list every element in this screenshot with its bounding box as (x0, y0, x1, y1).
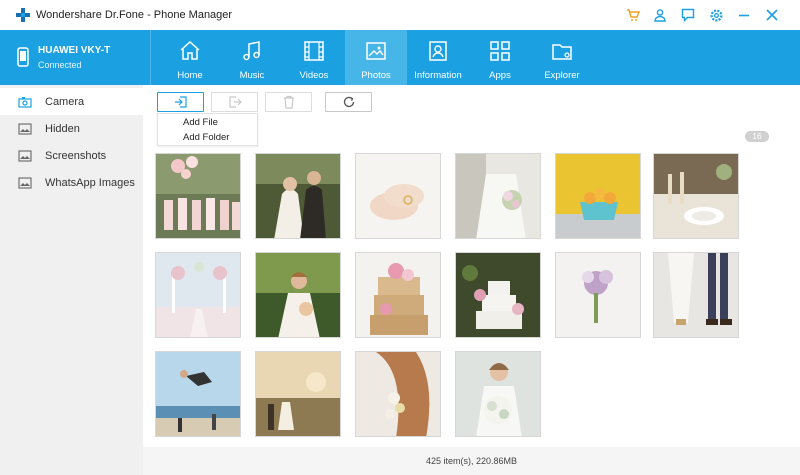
tab-label: Videos (299, 70, 329, 81)
photo-bride-forest (256, 253, 340, 337)
nav-divider (150, 30, 151, 85)
sidebar-item-whatsapp-images[interactable]: WhatsApp Images (0, 169, 143, 196)
apps-grid-icon (490, 41, 510, 61)
title-bar: Wondershare Dr.Fone - Phone Manager (0, 0, 800, 30)
home-icon (180, 40, 200, 60)
close-icon[interactable] (764, 7, 780, 23)
app-window: Wondershare Dr.Fone - Phone Manager HUAW… (0, 0, 800, 475)
photo-naked-cake (356, 253, 440, 337)
add-folder-menu-item[interactable]: Add Folder (183, 132, 229, 143)
tab-explorer[interactable]: Explorer (531, 30, 593, 85)
photo-thumbnail[interactable] (255, 351, 341, 437)
photo-bridesmaids (156, 154, 240, 238)
photo-hands-rings (356, 154, 440, 238)
photo-legs-shoes (654, 253, 738, 337)
photo-bride-braid (356, 352, 440, 436)
photo-thumbnail[interactable] (455, 153, 541, 239)
settings-icon[interactable] (708, 7, 724, 23)
tab-videos[interactable]: Videos (283, 30, 345, 85)
phone-icon (17, 47, 29, 67)
tab-label: Home (177, 70, 203, 81)
user-icon[interactable] (652, 7, 668, 23)
status-bar: 425 item(s), 220.86MB (143, 447, 800, 475)
photo-floral-arch (156, 253, 240, 337)
sidebar-item-camera[interactable]: Camera (0, 88, 143, 115)
export-button[interactable] (211, 92, 258, 112)
import-button[interactable] (157, 92, 204, 112)
image-icon (366, 42, 386, 60)
sidebar-item-label: Screenshots (45, 149, 107, 162)
cart-icon[interactable] (625, 7, 641, 23)
photo-bride-white-bouquet (456, 352, 540, 436)
device-name: HUAWEI VKY-T (38, 45, 111, 56)
status-text: 425 item(s), 220.86MB (425, 456, 518, 466)
photo-thumbnail[interactable] (455, 252, 541, 338)
photo-thumbnail[interactable] (255, 153, 341, 239)
image-icon (18, 149, 32, 162)
trash-icon (283, 95, 294, 109)
photo-table-setting (654, 154, 738, 238)
sidebar: Camera Hidden Screenshots WhatsApp Image… (0, 85, 143, 475)
photo-bride-bouquet (456, 154, 540, 238)
photo-thumbnail[interactable] (555, 153, 641, 239)
export-icon (228, 96, 242, 108)
minimize-icon[interactable] (736, 7, 752, 23)
photo-thumbnail[interactable] (255, 252, 341, 338)
tab-apps[interactable]: Apps (469, 30, 531, 85)
photo-thumbnail[interactable] (653, 252, 739, 338)
tab-information[interactable]: Information (407, 30, 469, 85)
tab-label: Information (414, 70, 462, 81)
refresh-button[interactable] (325, 92, 372, 112)
sidebar-item-label: Camera (45, 95, 85, 108)
app-title: Wondershare Dr.Fone - Phone Manager (36, 9, 233, 21)
photo-couple-sunset (256, 352, 340, 436)
sidebar-item-screenshots[interactable]: Screenshots (0, 142, 143, 169)
sidebar-item-label: Hidden (45, 122, 80, 135)
photo-couple-outdoors (256, 154, 340, 238)
photo-thumbnail[interactable] (155, 351, 241, 437)
delete-button[interactable] (265, 92, 312, 112)
film-icon (304, 41, 324, 61)
photo-thumbnail[interactable] (155, 153, 241, 239)
music-icon (243, 41, 260, 61)
photo-thumbnail[interactable] (653, 153, 739, 239)
sidebar-item-hidden[interactable]: Hidden (0, 115, 143, 142)
tab-label: Photos (361, 70, 391, 81)
feedback-icon[interactable] (680, 7, 696, 23)
import-dropdown-menu: Add File Add Folder (157, 113, 258, 146)
tab-label: Music (239, 70, 265, 81)
photo-bouquet-white-dress (556, 253, 640, 337)
photo-count-badge: 16 (745, 131, 769, 142)
add-file-menu-item[interactable]: Add File (183, 117, 218, 128)
tab-label: Apps (489, 70, 511, 81)
tab-photos[interactable]: Photos (345, 30, 407, 85)
photo-thumbnail[interactable] (455, 351, 541, 437)
photo-tiered-cake (456, 253, 540, 337)
device-info[interactable]: HUAWEI VKY-T Connected (0, 30, 150, 85)
dr-fone-logo-icon (16, 8, 30, 22)
photo-thumbnail[interactable] (555, 252, 641, 338)
photo-thumbnail[interactable] (355, 252, 441, 338)
contact-card-icon (429, 41, 447, 61)
photo-thumbnail[interactable] (355, 351, 441, 437)
image-icon (18, 122, 32, 135)
top-navigation: HUAWEI VKY-T Connected Home Music Videos… (0, 30, 800, 85)
tab-music[interactable]: Music (221, 30, 283, 85)
photo-jumping-beach (156, 352, 240, 436)
refresh-icon (343, 96, 354, 108)
import-icon (174, 96, 187, 108)
photo-thumbnail[interactable] (155, 252, 241, 338)
photo-thumbnail[interactable] (355, 153, 441, 239)
camera-icon (18, 96, 32, 108)
folder-icon (552, 44, 572, 60)
device-status: Connected (38, 60, 82, 70)
tab-label: Explorer (544, 70, 580, 81)
photo-lemons-bowl (556, 154, 640, 238)
tab-home[interactable]: Home (159, 30, 221, 85)
image-icon (18, 176, 32, 189)
sidebar-item-label: WhatsApp Images (45, 176, 135, 189)
